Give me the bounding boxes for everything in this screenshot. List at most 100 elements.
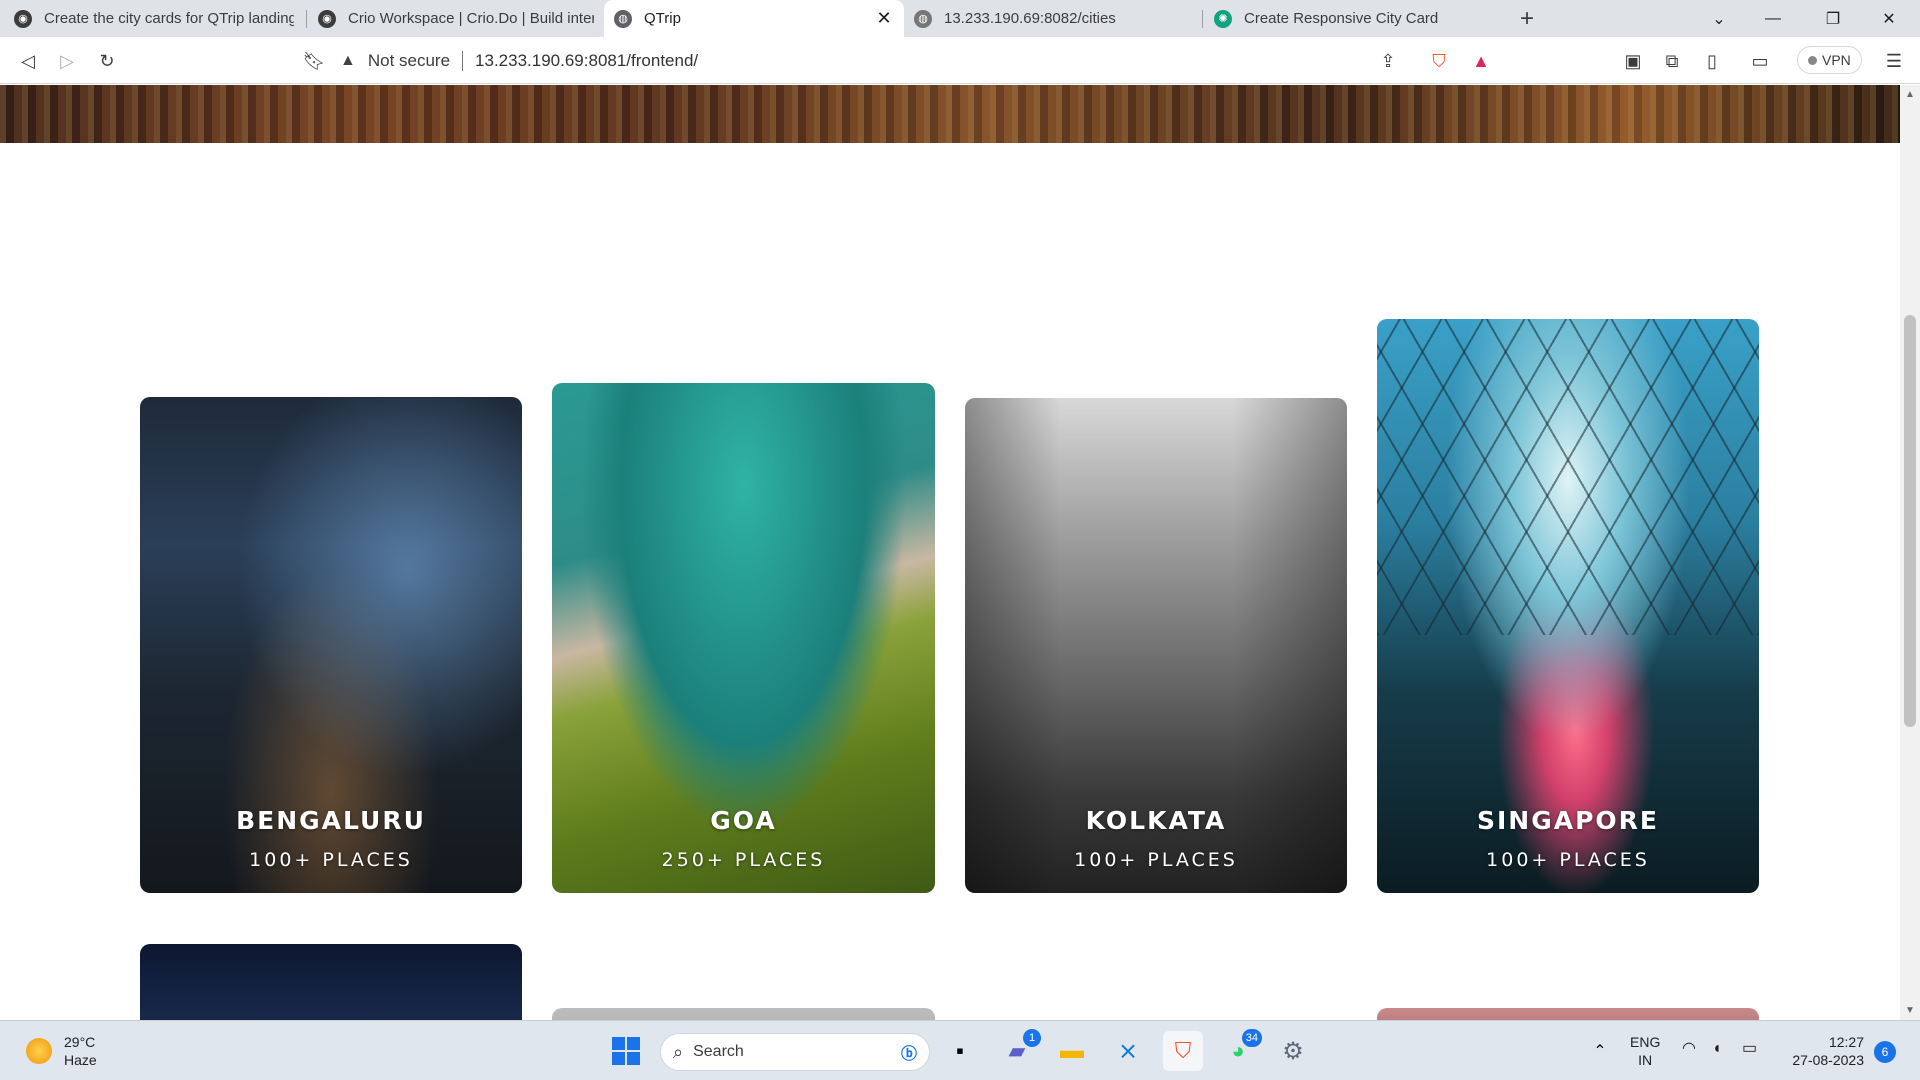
page-viewport: BENGALURU 100+ PLACES GOA 250+ PLACES KO… xyxy=(0,85,1900,1020)
brave-shields-icon[interactable]: ⛉ xyxy=(1425,47,1453,75)
tab-divider xyxy=(306,10,307,28)
address-bar[interactable]: ▲ Not secure 13.233.190.69:8081/frontend… xyxy=(340,43,1410,79)
brave-rewards-icon[interactable]: ▲ xyxy=(1467,47,1495,75)
search-icon: ⌕ xyxy=(673,1041,684,1062)
settings-gear-icon[interactable]: ⚙ xyxy=(1273,1031,1313,1071)
tab-strip: ◉ Create the city cards for QTrip landin… xyxy=(0,0,1920,37)
battery-icon[interactable]: ▭ xyxy=(1742,1040,1757,1058)
windows-logo-icon xyxy=(612,1037,640,1065)
whatsapp-icon[interactable]: ◕ 34 xyxy=(1218,1029,1262,1071)
file-explorer-icon[interactable]: ▬ xyxy=(1052,1031,1092,1071)
picture-in-picture-icon[interactable]: ▣ xyxy=(1619,47,1647,75)
dome-lattice-decoration xyxy=(1377,319,1759,635)
region-code: IN xyxy=(1638,1052,1653,1068)
tab-title: 13.233.190.69:8082/cities xyxy=(944,10,1116,27)
page-scrollbar[interactable]: ▲ ▼ xyxy=(1900,85,1920,1020)
task-view-icon[interactable]: ▪ xyxy=(940,1031,980,1071)
city-card-singapore[interactable]: SINGAPORE 100+ PLACES xyxy=(1377,319,1759,893)
notification-count: 6 xyxy=(1881,1045,1889,1059)
volume-icon[interactable]: ◖ xyxy=(1712,1040,1722,1058)
close-tab-icon[interactable]: ✕ xyxy=(874,8,894,29)
tab-search-chevron-icon[interactable]: ⌄ xyxy=(1696,0,1742,37)
security-status[interactable]: Not secure xyxy=(368,51,450,71)
weather-condition: Haze xyxy=(64,1052,97,1068)
clock-time: 12:27 xyxy=(1828,1034,1864,1050)
weather-temp: 29°C xyxy=(64,1034,96,1050)
city-card-bengaluru[interactable]: BENGALURU 100+ PLACES xyxy=(140,397,522,893)
restore-button[interactable]: ❐ xyxy=(1810,0,1856,37)
city-name: BENGALURU xyxy=(236,806,426,835)
extensions-puzzle-icon[interactable]: ⧉ xyxy=(1658,47,1686,75)
city-places-count: 100+ PLACES xyxy=(249,849,413,871)
bookmark-icon[interactable]: 🔖︎ xyxy=(300,47,328,75)
globe-icon: ◍ xyxy=(614,9,632,28)
city-card-label: KOLKATA 100+ PLACES xyxy=(965,806,1347,871)
scroll-up-arrow-icon[interactable]: ▲ xyxy=(1905,89,1915,100)
globe-icon: ◍ xyxy=(914,9,932,28)
weather-widget[interactable]: 29°C Haze xyxy=(26,1033,97,1069)
search-placeholder: Search xyxy=(693,1043,744,1060)
back-arrow-icon[interactable]: ◁ xyxy=(14,47,42,75)
new-tab-button[interactable]: + xyxy=(1509,0,1545,37)
minimize-button[interactable]: — xyxy=(1750,0,1796,37)
teams-badge: 1 xyxy=(1023,1029,1041,1047)
city-card-label: SINGAPORE 100+ PLACES xyxy=(1377,806,1759,871)
crio-icon: ◉ xyxy=(318,9,336,28)
warning-triangle-icon: ▲ xyxy=(340,52,356,69)
city-places-count: 100+ PLACES xyxy=(1486,849,1650,871)
clock-date: 27-08-2023 xyxy=(1792,1052,1864,1068)
tab-title: Crio Workspace | Crio.Do | Build intern xyxy=(348,10,594,27)
city-name: SINGAPORE xyxy=(1476,806,1659,835)
whatsapp-badge: 34 xyxy=(1241,1029,1262,1047)
hero-banner-image xyxy=(0,85,1900,143)
city-card-goa[interactable]: GOA 250+ PLACES xyxy=(552,383,935,893)
start-button[interactable] xyxy=(606,1031,646,1071)
city-card-kolkata[interactable]: KOLKATA 100+ PLACES xyxy=(965,398,1347,893)
show-hidden-icons-chevron-icon[interactable]: ⌃ xyxy=(1580,1031,1620,1071)
clock[interactable]: 12:27 27-08-2023 xyxy=(1780,1033,1864,1069)
chatgpt-icon: ✺ xyxy=(1214,9,1232,28)
city-places-count: 100+ PLACES xyxy=(1074,849,1238,871)
teams-chat-icon[interactable]: ▰ 1 xyxy=(997,1029,1041,1071)
tab-title: Create Responsive City Card xyxy=(1244,10,1439,27)
city-card-label: BENGALURU 100+ PLACES xyxy=(140,806,522,871)
tab-responsive-city-card[interactable]: ✺ Create Responsive City Card xyxy=(1204,0,1500,37)
vscode-icon[interactable]: ⨯ xyxy=(1108,1031,1148,1071)
close-window-button[interactable]: ✕ xyxy=(1866,0,1912,37)
brave-browser-icon[interactable]: ⛉ xyxy=(1163,1031,1203,1071)
sun-haze-icon xyxy=(26,1038,52,1064)
share-icon[interactable]: ⇪ xyxy=(1374,47,1402,75)
tab-qtrip[interactable]: ◍ QTrip ✕ xyxy=(604,0,904,37)
vpn-button[interactable]: VPN xyxy=(1797,46,1862,74)
tab-divider xyxy=(1202,10,1203,28)
notification-center-button[interactable]: 6 xyxy=(1874,1041,1896,1063)
menu-hamburger-icon[interactable]: ☰ xyxy=(1880,47,1908,75)
vpn-label: VPN xyxy=(1822,52,1851,68)
scroll-down-arrow-icon[interactable]: ▼ xyxy=(1905,1005,1915,1016)
tab-create-city-cards[interactable]: ◉ Create the city cards for QTrip landin… xyxy=(4,0,304,37)
sidebar-toggle-icon[interactable]: ▯ xyxy=(1698,47,1726,75)
city-name: KOLKATA xyxy=(1085,806,1227,835)
city-card-partial[interactable] xyxy=(140,944,522,1020)
city-card-partial[interactable] xyxy=(552,1008,935,1020)
tab-title: Create the city cards for QTrip landing xyxy=(44,10,294,27)
reload-icon[interactable]: ↻ xyxy=(93,47,121,75)
city-places-count: 250+ PLACES xyxy=(661,849,826,871)
language-indicator[interactable]: ENG IN xyxy=(1630,1033,1660,1069)
wifi-icon[interactable]: ◠ xyxy=(1682,1040,1696,1058)
tab-cities-api[interactable]: ◍ 13.233.190.69:8082/cities xyxy=(904,0,1200,37)
url-text[interactable]: 13.233.190.69:8081/frontend/ xyxy=(475,51,698,71)
taskbar-search[interactable]: ⌕ Search ⓑ xyxy=(660,1033,930,1071)
city-card-label: GOA 250+ PLACES xyxy=(552,806,935,871)
language-code: ENG xyxy=(1630,1034,1661,1050)
city-card-partial[interactable] xyxy=(1377,1008,1759,1020)
tab-title: QTrip xyxy=(644,10,681,27)
tab-crio-workspace[interactable]: ◉ Crio Workspace | Crio.Do | Build inter… xyxy=(308,0,604,37)
address-divider xyxy=(462,51,464,71)
scrollbar-thumb[interactable] xyxy=(1904,315,1916,727)
windows-taskbar: 29°C Haze ⌕ Search ⓑ ▪ ▰ 1 ▬ ⨯ ⛉ ◕ 34 ⚙ ⌃ … xyxy=(0,1020,1920,1080)
browser-toolbar: ◁ ▷ ↻ 🔖︎ ▲ Not secure 13.233.190.69:8081… xyxy=(0,37,1920,84)
forward-arrow-icon[interactable]: ▷ xyxy=(53,47,81,75)
wallet-icon[interactable]: ▭ xyxy=(1746,47,1774,75)
crio-icon: ◉ xyxy=(14,9,32,28)
